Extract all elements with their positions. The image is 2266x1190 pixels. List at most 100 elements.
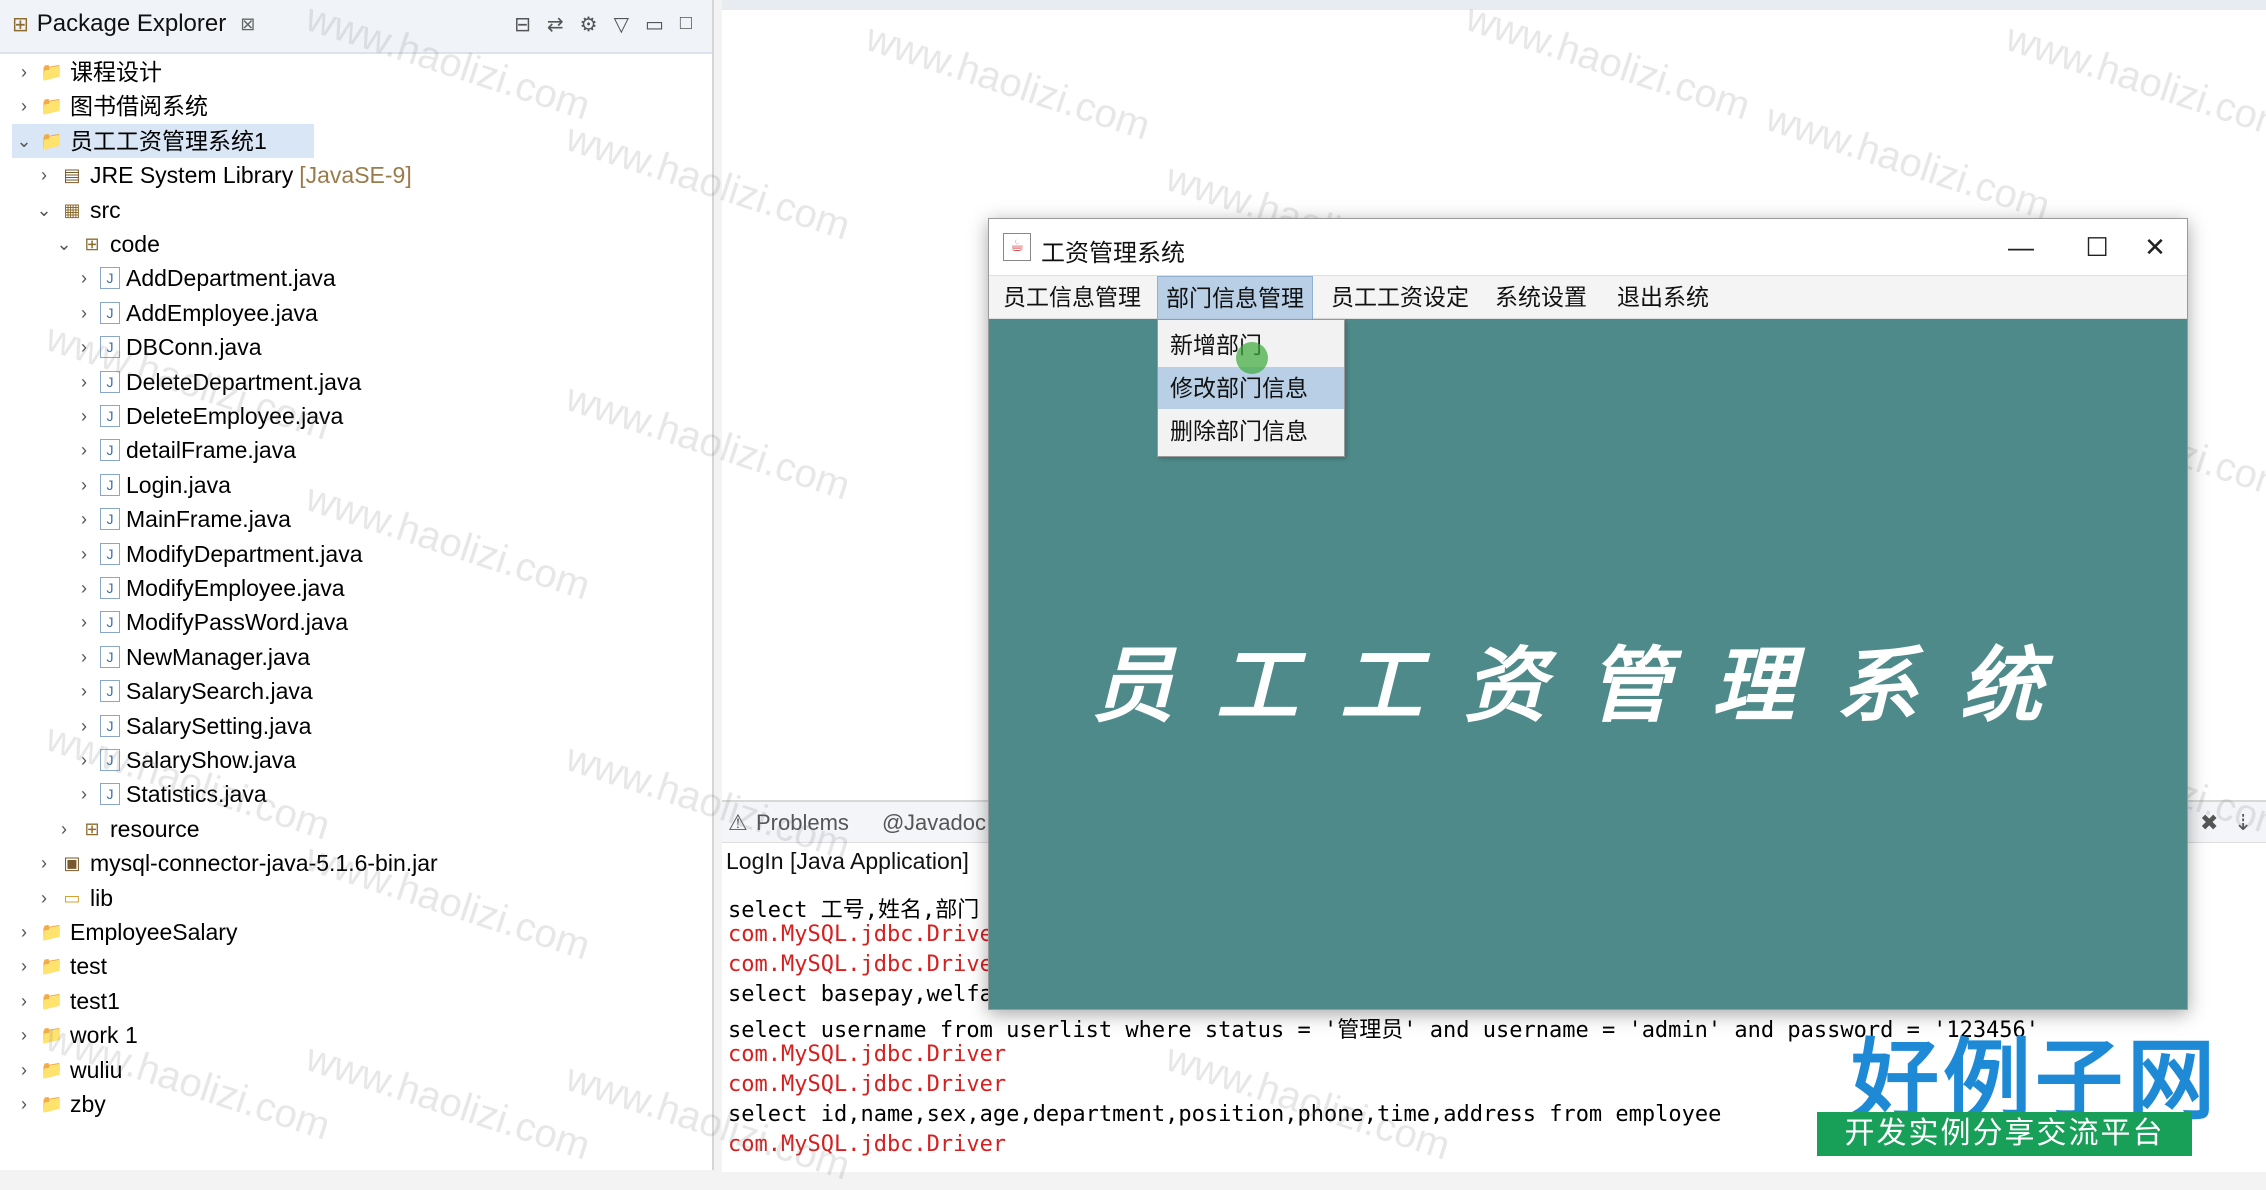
- dropdown-item[interactable]: 删除部门信息: [1158, 410, 1344, 452]
- tree-item[interactable]: › 📁 test: [14, 949, 107, 983]
- tree-item-label: Statistics.java: [126, 781, 267, 808]
- tree-item[interactable]: ⌄ 📁 员工工资管理系统1: [12, 123, 314, 158]
- link-editor-icon[interactable]: ⇄: [547, 12, 564, 37]
- remove-launch-icon[interactable]: ✖: [2200, 810, 2218, 836]
- chevron-right-icon[interactable]: ›: [34, 846, 54, 880]
- chevron-right-icon[interactable]: ›: [14, 1018, 34, 1052]
- tree-item-label: wuliu: [70, 1056, 123, 1083]
- tree-item[interactable]: › J DeleteDepartment.java: [74, 365, 361, 399]
- menu-item[interactable]: 部门信息管理: [1157, 276, 1313, 320]
- chevron-right-icon[interactable]: ›: [14, 984, 34, 1018]
- tree-item[interactable]: › 📁 课程设计: [14, 55, 162, 89]
- tree-item-label: code: [110, 231, 160, 257]
- chevron-right-icon[interactable]: ›: [74, 399, 94, 433]
- collapse-all-icon[interactable]: ⊟: [514, 12, 531, 37]
- tree-item[interactable]: › J ModifyPassWord.java: [74, 605, 348, 639]
- chevron-right-icon[interactable]: ›: [74, 605, 94, 639]
- chevron-right-icon[interactable]: ›: [14, 55, 34, 89]
- console-line: select basepay,welfa: [728, 982, 993, 1007]
- app-window: ☕ 工资管理系统 — ☐ ✕ 员工信息管理 部门信息管理 员工工资设定 系统设置 退出系…: [988, 218, 2188, 1010]
- tree-item[interactable]: › ▤ JRE System Library [JavaSE-9]: [34, 158, 412, 192]
- maximize-button[interactable]: ☐: [2065, 225, 2129, 269]
- explorer-tab[interactable]: ⊞ Package Explorer ⊠: [12, 10, 255, 38]
- java-file-icon: J: [100, 370, 120, 393]
- chevron-right-icon[interactable]: ›: [74, 743, 94, 777]
- chevron-right-icon[interactable]: ›: [34, 158, 54, 192]
- chevron-right-icon[interactable]: ›: [74, 296, 94, 330]
- javadoc-icon: @: [882, 810, 905, 835]
- tree-item[interactable]: › ▭ lib: [34, 881, 113, 915]
- tree-item[interactable]: › J ModifyEmployee.java: [74, 571, 345, 605]
- tree-item-label: mysql-connector-java-5.1.6-bin.jar: [90, 850, 438, 877]
- chevron-right-icon[interactable]: ›: [74, 537, 94, 571]
- chevron-right-icon[interactable]: ›: [14, 1087, 34, 1121]
- tree-item[interactable]: ⌄ ▦ src: [34, 193, 120, 227]
- chevron-right-icon[interactable]: ›: [74, 674, 94, 708]
- maximize-icon[interactable]: □: [680, 12, 692, 37]
- menu-item[interactable]: 退出系统: [1609, 276, 1717, 318]
- tree-item[interactable]: › ⊞ resource: [54, 812, 199, 846]
- tree-item[interactable]: › J DeleteEmployee.java: [74, 399, 343, 433]
- close-icon[interactable]: ⊠: [240, 14, 255, 35]
- chevron-right-icon[interactable]: ›: [74, 640, 94, 674]
- tree-item-label: ModifyPassWord.java: [126, 609, 348, 636]
- minimize-icon[interactable]: ▭: [645, 12, 664, 37]
- tree-item[interactable]: › J SalarySearch.java: [74, 674, 313, 708]
- tab-javadoc[interactable]: Javadoc: [904, 810, 986, 836]
- filter-icon[interactable]: ⚙: [580, 12, 598, 37]
- tree-item-label: NewManager.java: [126, 643, 311, 670]
- console-line: com.MySQL.jdbc.Drive: [728, 952, 993, 977]
- tree-item[interactable]: › 📁 图书借阅系统: [14, 89, 208, 123]
- chevron-right-icon[interactable]: ›: [14, 915, 34, 949]
- chevron-right-icon[interactable]: ›: [54, 812, 74, 846]
- chevron-right-icon[interactable]: ›: [74, 502, 94, 536]
- tree-item[interactable]: › J MainFrame.java: [74, 502, 291, 536]
- menu-item[interactable]: 员工信息管理: [995, 276, 1149, 318]
- chevron-right-icon[interactable]: ›: [74, 433, 94, 467]
- tree-item[interactable]: › 📁 test1: [14, 984, 120, 1018]
- chevron-down-icon[interactable]: ⌄: [34, 193, 54, 227]
- tree-item[interactable]: › J NewManager.java: [74, 640, 310, 674]
- tree-item[interactable]: › J ModifyDepartment.java: [74, 537, 363, 571]
- app-titlebar[interactable]: ☕ 工资管理系统 — ☐ ✕: [989, 219, 2187, 276]
- chevron-right-icon[interactable]: ›: [14, 89, 34, 123]
- tree-item[interactable]: › J Statistics.java: [74, 777, 267, 811]
- tree-item-label: test1: [70, 987, 120, 1014]
- tree-item[interactable]: › 📁 work 1: [14, 1018, 138, 1052]
- chevron-down-icon[interactable]: ⌄: [14, 124, 34, 158]
- menu-item[interactable]: 系统设置: [1487, 276, 1595, 318]
- chevron-right-icon[interactable]: ›: [74, 571, 94, 605]
- tree-item-label: DeleteDepartment.java: [126, 368, 362, 395]
- chevron-right-icon[interactable]: ›: [74, 365, 94, 399]
- tree-item[interactable]: › 📁 zby: [14, 1087, 106, 1121]
- chevron-right-icon[interactable]: ›: [34, 881, 54, 915]
- console-line: com.MySQL.jdbc.Drive: [728, 922, 993, 947]
- tree-item[interactable]: › 📁 wuliu: [14, 1053, 122, 1087]
- chevron-right-icon[interactable]: ›: [74, 261, 94, 295]
- minimize-button[interactable]: —: [1989, 225, 2053, 269]
- tree-item[interactable]: › 📁 EmployeeSalary: [14, 915, 237, 949]
- chevron-right-icon[interactable]: ›: [74, 330, 94, 364]
- tree-item[interactable]: › JdetailFrame.java: [74, 433, 296, 467]
- tree-item[interactable]: › ▣ mysql-connector-java-5.1.6-bin.jar: [34, 846, 438, 880]
- view-menu-icon[interactable]: ▽: [614, 12, 629, 37]
- java-file-icon: J: [100, 473, 120, 496]
- tree-item[interactable]: ⌄ ⊞ code: [54, 227, 160, 261]
- chevron-right-icon[interactable]: ›: [74, 709, 94, 743]
- chevron-right-icon[interactable]: ›: [74, 468, 94, 502]
- tab-problems[interactable]: Problems: [756, 810, 849, 836]
- scroll-lock-icon[interactable]: ⇣: [2234, 810, 2252, 836]
- tree-item[interactable]: › J AddDepartment.java: [74, 261, 336, 295]
- chevron-right-icon[interactable]: ›: [14, 949, 34, 983]
- tree-item[interactable]: › J SalaryShow.java: [74, 743, 296, 777]
- tree-item[interactable]: › J SalarySetting.java: [74, 709, 311, 743]
- chevron-down-icon[interactable]: ⌄: [54, 227, 74, 261]
- menu-item[interactable]: 员工工资设定: [1323, 276, 1477, 318]
- chevron-right-icon[interactable]: ›: [14, 1053, 34, 1087]
- project-icon: 📁: [40, 1059, 64, 1080]
- tree-item[interactable]: › J DBConn.java: [74, 330, 262, 364]
- close-button[interactable]: ✕: [2123, 225, 2187, 269]
- tree-item[interactable]: › J Login.java: [74, 468, 231, 502]
- chevron-right-icon[interactable]: ›: [74, 777, 94, 811]
- tree-item[interactable]: › J AddEmployee.java: [74, 296, 318, 330]
